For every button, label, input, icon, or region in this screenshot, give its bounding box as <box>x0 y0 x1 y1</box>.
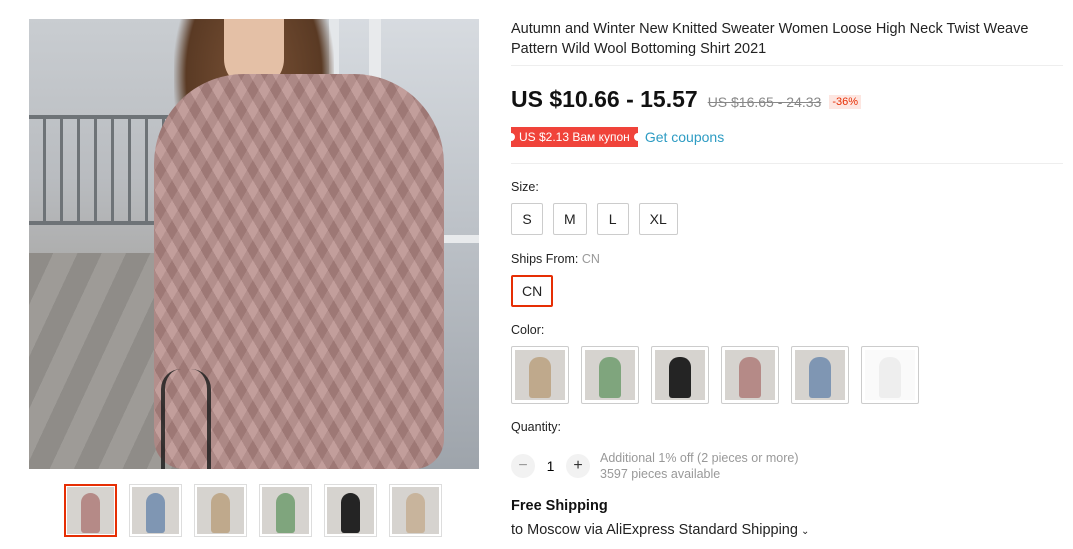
chevron-down-icon: ⌄ <box>800 526 810 537</box>
color-swatch-green[interactable] <box>581 346 639 404</box>
thumbnail-flat-lay[interactable] <box>389 484 442 537</box>
thumbnail-black[interactable] <box>324 484 377 537</box>
shipping-method-text: to Moscow via AliExpress Standard Shippi… <box>511 522 798 538</box>
get-coupons-link[interactable]: Get coupons <box>645 129 724 145</box>
ships-from-value: CN <box>581 252 600 266</box>
thumbnail-image <box>132 487 179 534</box>
discount-badge: -36% <box>829 95 862 109</box>
ships-from-options: CN <box>511 275 554 307</box>
thumbnail-image <box>392 487 439 534</box>
size-option-xl[interactable]: XL <box>638 203 678 235</box>
quantity-label: Quantity: <box>511 420 562 434</box>
thumbnail-image <box>262 487 309 534</box>
thumbnail-image <box>67 487 114 534</box>
color-swatch-blue[interactable] <box>791 346 849 404</box>
main-product-image[interactable] <box>29 19 479 469</box>
color-swatch-image <box>515 350 565 400</box>
original-price: US $16.65 - 24.33 <box>707 94 822 110</box>
bulk-offer-text: Additional 1% off (2 pieces or more) <box>600 451 799 465</box>
current-price: US $10.66 - 15.57 <box>511 86 698 112</box>
color-swatch-pink[interactable] <box>721 346 779 404</box>
color-swatch-image <box>585 350 635 400</box>
thumbnail-pink[interactable] <box>64 484 117 537</box>
color-swatch-white[interactable] <box>861 346 919 404</box>
ships-from-option-cn[interactable]: CN <box>511 275 554 307</box>
stock-text: 3597 pieces available <box>600 467 721 481</box>
quantity-input[interactable] <box>535 458 566 474</box>
color-swatch-image <box>795 350 845 400</box>
price-row: US $10.66 - 15.57 US $16.65 - 24.33 -36% <box>511 86 862 113</box>
quantity-decrease-button[interactable]: − <box>511 454 535 478</box>
size-option-m[interactable]: M <box>553 203 587 235</box>
quantity-stepper: − + Additional 1% off (2 pieces or more)… <box>511 450 798 482</box>
quantity-info: Additional 1% off (2 pieces or more) 359… <box>600 450 798 482</box>
color-swatch-image <box>655 350 705 400</box>
coupon-row: US $2.13 Вам купон Get coupons <box>507 127 724 147</box>
free-shipping-title: Free Shipping <box>511 498 608 514</box>
divider <box>511 65 1063 66</box>
color-swatch-black[interactable] <box>651 346 709 404</box>
thumbnail-blue[interactable] <box>129 484 182 537</box>
image-bag-strap <box>161 369 211 469</box>
color-swatch-image <box>725 350 775 400</box>
size-option-l[interactable]: L <box>596 203 629 235</box>
thumbnail-beige[interactable] <box>194 484 247 537</box>
size-options: S M L XL <box>511 203 678 235</box>
thumbnail-image <box>197 487 244 534</box>
thumbnail-image <box>327 487 374 534</box>
thumbnail-strip <box>64 484 442 537</box>
color-label: Color: <box>511 323 545 337</box>
thumbnail-green[interactable] <box>259 484 312 537</box>
divider <box>511 163 1063 164</box>
color-options <box>511 346 919 404</box>
color-swatch-image <box>865 350 915 400</box>
coupon-badge[interactable]: US $2.13 Вам купон <box>507 127 642 147</box>
shipping-method-selector[interactable]: to Moscow via AliExpress Standard Shippi… <box>511 522 809 538</box>
product-title: Autumn and Winter New Knitted Sweater Wo… <box>511 21 1029 57</box>
ships-from-label: Ships From: CN <box>511 252 600 266</box>
size-label: Size: <box>511 180 539 194</box>
color-swatch-beige[interactable] <box>511 346 569 404</box>
quantity-increase-button[interactable]: + <box>566 454 590 478</box>
size-option-s[interactable]: S <box>511 203 543 235</box>
ships-from-title: Ships From: <box>511 252 579 266</box>
